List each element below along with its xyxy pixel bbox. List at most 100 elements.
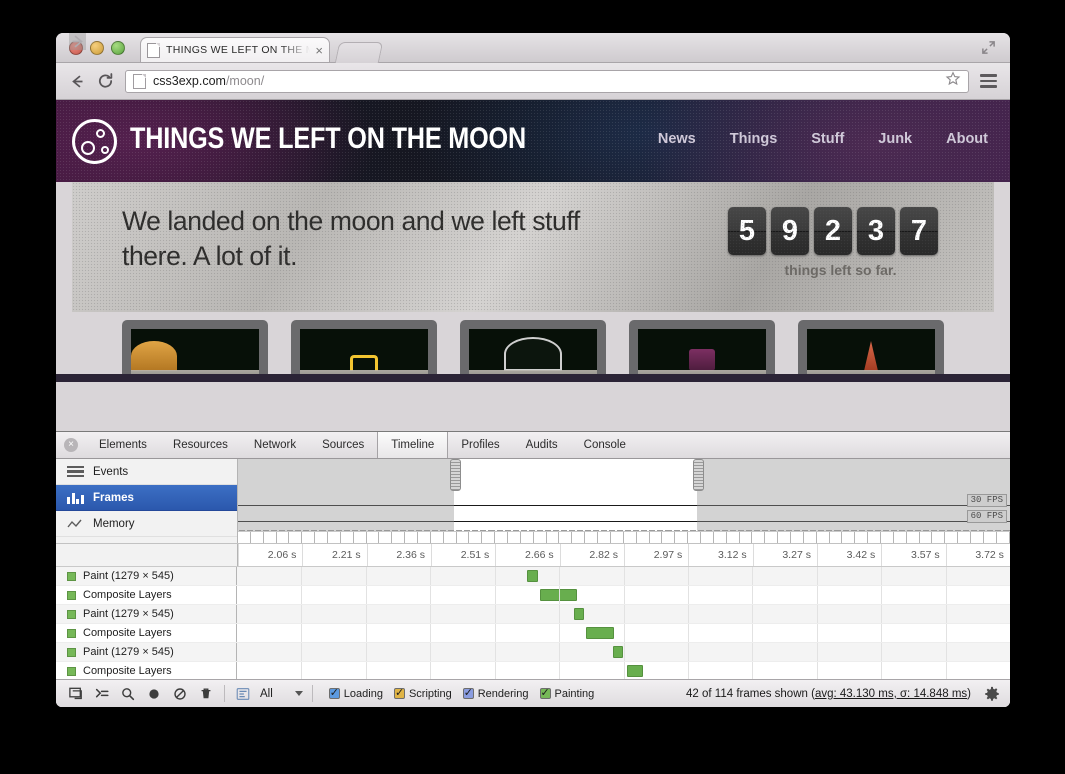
overview-tick — [932, 532, 945, 543]
gridline — [495, 567, 496, 585]
memory-icon — [67, 518, 84, 530]
thumbnail-card[interactable] — [291, 320, 437, 382]
close-devtools-button[interactable]: × — [56, 432, 86, 458]
filter-icon[interactable] — [230, 684, 256, 704]
overview-tick — [765, 532, 778, 543]
ruler-tick: 2.21 s — [302, 544, 366, 566]
record-icon[interactable] — [141, 684, 167, 704]
timeline-records-list[interactable]: Paint (1279 × 545)Composite LayersPaint … — [56, 567, 1010, 679]
tab-resources[interactable]: Resources — [160, 432, 241, 458]
record-block[interactable] — [574, 608, 584, 620]
gridline — [881, 643, 882, 661]
dock-window-icon[interactable] — [63, 684, 89, 704]
checkbox-box — [394, 688, 405, 699]
nav-item-junk[interactable]: Junk — [878, 131, 912, 147]
selection-handle-right[interactable] — [693, 459, 704, 491]
maximize-window-button[interactable] — [111, 41, 125, 55]
sidebar-item-memory[interactable]: Memory — [56, 511, 237, 537]
page-footer-strip — [56, 374, 1010, 382]
overview-tick — [842, 532, 855, 543]
nav-item-stuff[interactable]: Stuff — [811, 131, 844, 147]
checkbox-rendering[interactable]: Rendering — [463, 688, 529, 700]
record-label: Composite Layers — [56, 624, 237, 642]
table-row[interactable]: Paint (1279 × 545) — [56, 643, 1010, 662]
address-bar[interactable]: css3exp.com/moon/ — [125, 70, 969, 93]
thumbnail-card[interactable] — [460, 320, 606, 382]
table-row[interactable]: Paint (1279 × 545) — [56, 605, 1010, 624]
back-button[interactable] — [69, 73, 86, 90]
checkbox-painting[interactable]: Painting — [540, 688, 595, 700]
sidebar-item-events[interactable]: Events — [56, 459, 237, 485]
table-row[interactable]: Composite Layers — [56, 662, 1010, 679]
thumbnail-card[interactable] — [629, 320, 775, 382]
forward-button[interactable] — [69, 33, 86, 50]
checkbox-loading[interactable]: Loading — [329, 688, 383, 700]
chrome-menu-button[interactable] — [980, 74, 997, 88]
fullscreen-icon[interactable] — [981, 40, 996, 55]
nav-item-things[interactable]: Things — [730, 131, 778, 147]
table-row[interactable]: Composite Layers — [56, 586, 1010, 605]
close-tab-button[interactable]: × — [315, 43, 323, 58]
timeline-panel: Events Frames Memory 30 FPS — [56, 459, 1010, 707]
tab-sources[interactable]: Sources — [309, 432, 377, 458]
record-block[interactable] — [586, 627, 614, 639]
tab-audits[interactable]: Audits — [513, 432, 571, 458]
overview-tick — [354, 532, 367, 543]
gridline — [559, 586, 560, 604]
overview-tick — [714, 532, 727, 543]
counter-digit: 9 — [771, 207, 809, 255]
thumbnail-card[interactable] — [798, 320, 944, 382]
gridline — [430, 624, 431, 642]
selection-handle-left[interactable] — [450, 459, 461, 491]
record-block[interactable] — [527, 570, 539, 582]
filter-select[interactable]: All — [256, 688, 307, 700]
tab-network[interactable]: Network — [241, 432, 309, 458]
record-block[interactable] — [627, 665, 643, 677]
frames-overview-chart[interactable]: 30 FPS 60 FPS — [238, 459, 1010, 543]
bookmark-star-icon[interactable] — [945, 71, 961, 92]
table-row[interactable]: Paint (1279 × 545) — [56, 567, 1010, 586]
reload-button[interactable] — [97, 73, 114, 90]
site-title: THINGS WE LEFT ON THE MOON — [130, 122, 526, 156]
timeline-view-list: Events Frames Memory — [56, 459, 238, 543]
checkbox-scripting[interactable]: Scripting — [394, 688, 452, 700]
tab-timeline[interactable]: Timeline — [377, 432, 448, 458]
trash-icon[interactable] — [193, 684, 219, 704]
tab-elements[interactable]: Elements — [86, 432, 160, 458]
record-track — [237, 605, 1010, 623]
minimize-window-button[interactable] — [90, 41, 104, 55]
ruler-tick: 3.12 s — [688, 544, 752, 566]
nav-item-about[interactable]: About — [946, 131, 988, 147]
tab-console[interactable]: Console — [571, 432, 639, 458]
overview-tick — [392, 532, 405, 543]
overview-tick — [907, 532, 920, 543]
gridline — [301, 586, 302, 604]
sidebar-item-frames[interactable]: Frames — [56, 485, 237, 511]
browser-tab[interactable]: THINGS WE LEFT ON THE M × — [140, 37, 330, 62]
overview-tick — [804, 532, 817, 543]
record-label: Paint (1279 × 545) — [56, 605, 237, 623]
devtools-statusbar: All Loading Scripting Rendering — [56, 679, 1010, 707]
record-track — [237, 662, 1010, 679]
gridline — [624, 662, 625, 679]
table-row[interactable]: Composite Layers — [56, 624, 1010, 643]
record-block[interactable] — [613, 646, 624, 658]
gridline — [624, 605, 625, 623]
gear-icon[interactable] — [981, 686, 1003, 702]
gridline — [817, 567, 818, 585]
ruler-tick: 2.51 s — [431, 544, 495, 566]
frames-summary-stats[interactable]: avg: 43.130 ms, σ: 14.848 ms — [815, 688, 967, 700]
events-icon — [67, 466, 84, 478]
new-tab-button[interactable] — [335, 42, 383, 63]
console-drawer-icon[interactable] — [89, 684, 115, 704]
overview-tick — [418, 532, 431, 543]
object-image — [689, 349, 715, 371]
gridline — [301, 605, 302, 623]
counter-digit: 3 — [857, 207, 895, 255]
nav-item-news[interactable]: News — [658, 131, 696, 147]
no-entry-icon[interactable] — [167, 684, 193, 704]
thumbnail-card[interactable] — [122, 320, 268, 382]
search-icon[interactable] — [115, 684, 141, 704]
overview-tick — [315, 532, 328, 543]
tab-profiles[interactable]: Profiles — [448, 432, 512, 458]
